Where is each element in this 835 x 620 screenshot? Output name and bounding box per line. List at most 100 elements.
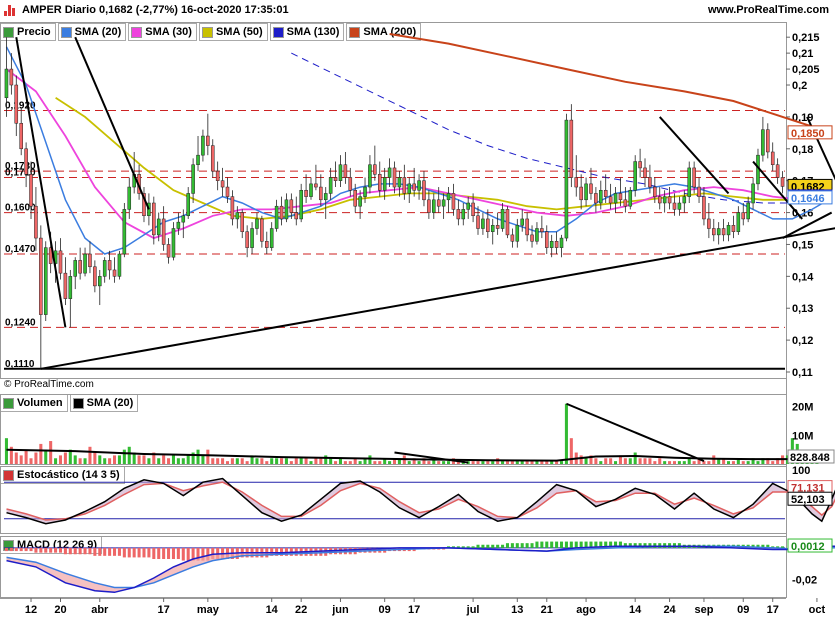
macd-histogram-bar [535,541,539,548]
volume-bar-up [196,449,200,464]
candle-up [490,225,495,232]
volume-bar-up [491,461,495,464]
candle-down [456,209,461,220]
candle-down [530,234,534,242]
y-tick-label: 0,21 [792,48,813,60]
macd-histogram-bar [176,547,180,559]
candle-down [422,180,426,201]
candle-down [476,215,480,229]
candle-down [392,167,397,188]
volume-bar-up [127,446,131,464]
candle-down [731,225,736,232]
candle-down [107,260,112,271]
macd-histogram-bar [49,547,53,553]
candle-up [122,209,127,255]
candle-up [716,228,721,236]
candle-up [68,276,73,299]
candle-down [373,164,377,175]
volume-bar-up [417,461,421,464]
macd-histogram-bar [510,543,514,548]
price-badge-label: 0,1646 [791,193,825,205]
volume-bar-up [746,461,750,464]
candle-down [653,186,657,197]
candle-down [343,164,348,178]
macd-histogram-bar [142,547,146,558]
candle-up [446,193,451,201]
macd-histogram-bar [137,547,141,558]
volume-bar-up [599,461,603,464]
candle-down [579,186,583,201]
macd-histogram-bar [672,543,677,548]
volume-bar-up [270,458,274,464]
candle-up [235,212,240,220]
volume-bar-up [368,455,372,464]
volume-bar-down [731,461,735,464]
volume-bar-down [29,458,33,464]
y-tick-label: 0,12 [792,335,813,347]
macd-histogram-bar [520,543,524,548]
macd-histogram-bar [486,544,490,548]
x-tick-label: 24 [663,604,676,616]
macd-histogram-bar [83,547,87,555]
volume-bar-down [289,461,293,464]
macd-histogram-bar [58,547,63,553]
volume-bar-down [471,461,475,464]
volume-bar-up [501,461,505,464]
candle-down [161,218,166,245]
candle-down [14,84,19,124]
candle-down [402,177,407,194]
macd-histogram-bar [132,547,136,558]
macd-histogram-bar [19,547,23,552]
volume-bar-up [520,461,524,464]
candle-down [220,180,225,188]
candle-down [348,177,353,191]
macd-histogram-bar [525,543,529,548]
macd-histogram-bar [559,541,564,548]
candle-up [687,167,691,197]
candle-up [186,193,190,217]
y-tick-label: 0,18 [792,144,813,156]
candle-up [363,186,367,197]
candle-up [102,260,107,277]
x-tick-label: 14 [629,604,642,616]
macd-histogram-bar [44,547,48,553]
candle-up [387,167,392,178]
volume-bar-up [407,461,411,464]
x-tick-label: 17 [767,604,779,616]
candle-down [9,68,14,86]
candle-down [721,228,726,236]
volume-bar-down [142,455,146,464]
volume-bar-down [643,458,647,464]
candle-up [191,164,195,194]
candle-down [657,196,662,204]
candle-up [284,199,289,220]
candle-up [520,218,524,226]
stochastic-k-line [6,477,835,525]
candle-down [594,193,598,204]
volume-bar-up [584,458,588,464]
volume-bar-up [329,458,333,464]
macd-histogram-bar [530,543,534,548]
volume-bar-down [505,461,509,464]
macd-histogram-bar [39,547,43,553]
y-tick-label: 0,14 [792,271,814,283]
level-label: 0,1470 [5,244,36,255]
volume-tick-label: 10M [792,430,813,442]
volume-bar-down [486,461,490,464]
macd-histogram-bar [108,547,112,556]
volume-bar-up [309,461,313,464]
volume-bar-down [221,458,225,464]
candle-up [515,225,520,242]
candle-down [712,228,716,236]
chart-canvas[interactable]: 0,2150,210,2050,20,190,180,170,160,150,1… [0,0,835,620]
candle-up [761,129,765,156]
volume-bar-down [658,458,662,464]
macd-histogram-bar [545,541,549,548]
y-tick-label: 0,215 [792,32,820,44]
volume-bar-up [559,461,564,464]
candle-down [702,196,706,220]
trendline [40,227,835,370]
candle-up [269,228,274,248]
volume-bar-up [447,461,451,464]
candle-down [39,237,43,315]
